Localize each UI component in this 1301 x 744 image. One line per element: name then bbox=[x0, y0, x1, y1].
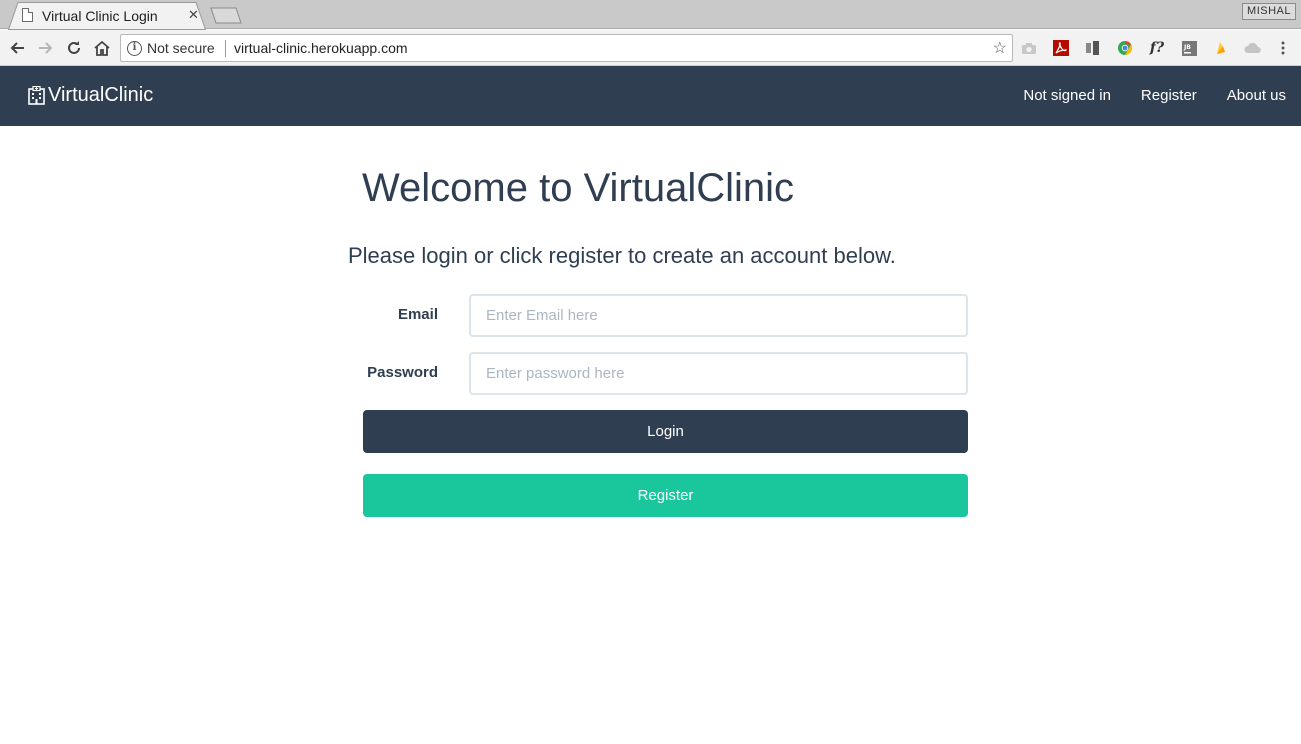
columns-icon bbox=[1086, 41, 1099, 55]
flame-extension[interactable] bbox=[1212, 39, 1230, 57]
profile-button[interactable]: MISHAL bbox=[1242, 3, 1296, 20]
info-icon[interactable]: i bbox=[127, 41, 142, 56]
svg-text:JB: JB bbox=[1183, 44, 1191, 51]
app-navbar: VirtualClinic Not signed in Register Abo… bbox=[0, 66, 1301, 126]
address-divider bbox=[225, 40, 226, 57]
back-arrow-icon bbox=[10, 42, 24, 54]
cloud-extension[interactable] bbox=[1244, 39, 1262, 57]
new-tab-button[interactable] bbox=[208, 7, 244, 24]
security-label[interactable]: Not secure bbox=[147, 40, 215, 56]
page-subtitle: Please login or click register to create… bbox=[348, 243, 896, 268]
star-icon[interactable]: ☆ bbox=[993, 38, 1007, 58]
camera-icon bbox=[1022, 42, 1036, 54]
nav-not-signed-in[interactable]: Not signed in bbox=[1023, 87, 1111, 104]
page-title: Welcome to VirtualClinic bbox=[362, 166, 795, 210]
font-extension[interactable]: f? bbox=[1148, 39, 1166, 57]
email-field[interactable] bbox=[469, 294, 968, 337]
font-icon: f? bbox=[1149, 40, 1165, 56]
forward-button[interactable] bbox=[35, 37, 57, 59]
url-text[interactable]: virtual-clinic.herokuapp.com bbox=[234, 40, 408, 56]
chrome-extension[interactable] bbox=[1116, 39, 1134, 57]
flame-icon bbox=[1217, 42, 1225, 54]
browser-toolbar: i Not secure virtual-clinic.herokuapp.co… bbox=[0, 30, 1301, 66]
address-bar[interactable]: i Not secure virtual-clinic.herokuapp.co… bbox=[120, 34, 1013, 62]
reload-icon bbox=[68, 41, 80, 54]
tab-title: Virtual Clinic Login bbox=[42, 8, 158, 24]
home-button[interactable] bbox=[91, 37, 113, 59]
cloud-icon bbox=[1244, 42, 1261, 53]
pdf-icon bbox=[1053, 40, 1069, 56]
email-label: Email bbox=[397, 306, 438, 323]
tab-virtual-clinic-login[interactable]: Virtual Clinic Login ✕ bbox=[8, 2, 206, 29]
password-label: Password bbox=[367, 364, 438, 381]
register-button[interactable]: Register bbox=[363, 474, 968, 517]
tab-close-icon[interactable]: ✕ bbox=[188, 7, 199, 23]
forward-arrow-icon bbox=[39, 42, 53, 54]
tab-strip: Virtual Clinic Login ✕ MISHAL bbox=[0, 0, 1301, 30]
menu-dots-icon bbox=[1281, 41, 1285, 55]
brand-link[interactable]: VirtualClinic bbox=[28, 84, 153, 107]
camera-extension[interactable] bbox=[1020, 39, 1038, 57]
jetbrains-icon: JB bbox=[1181, 40, 1197, 56]
home-icon bbox=[94, 40, 110, 56]
columns-extension[interactable] bbox=[1084, 39, 1102, 57]
page-icon bbox=[22, 8, 33, 22]
pdf-extension[interactable] bbox=[1052, 39, 1070, 57]
reload-button[interactable] bbox=[63, 37, 85, 59]
jetbrains-extension[interactable]: JB bbox=[1180, 39, 1198, 57]
login-button[interactable]: Login bbox=[363, 410, 968, 453]
chrome-icon bbox=[1118, 40, 1133, 56]
nav-register[interactable]: Register bbox=[1141, 87, 1197, 104]
hospital-icon bbox=[28, 86, 45, 105]
browser-menu-button[interactable] bbox=[1274, 39, 1292, 57]
nav-links: Not signed in Register About us bbox=[993, 87, 1286, 104]
back-button[interactable] bbox=[6, 37, 28, 59]
nav-about-us[interactable]: About us bbox=[1227, 87, 1286, 104]
password-field[interactable] bbox=[469, 352, 968, 395]
brand-name: VirtualClinic bbox=[48, 84, 154, 106]
